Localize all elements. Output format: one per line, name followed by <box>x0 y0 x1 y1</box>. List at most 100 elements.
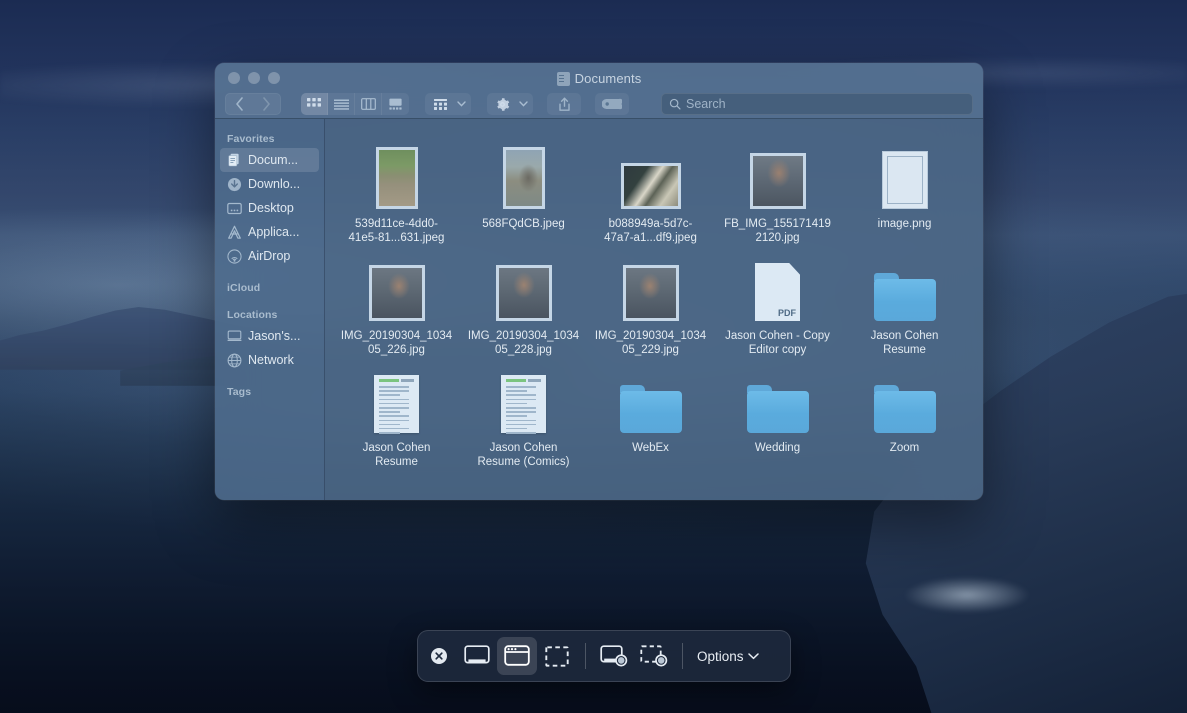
photo-thumbnail <box>376 147 418 209</box>
forward-button[interactable] <box>253 93 280 115</box>
file-item[interactable]: WebEx <box>587 357 714 469</box>
file-item[interactable]: b088949a-5d7c-47a7-a1...df9.jpeg <box>587 133 714 245</box>
view-mode-group[interactable] <box>301 93 409 115</box>
sidebar-item-desktop[interactable]: Desktop <box>220 196 319 220</box>
file-label: FB_IMG_1551714192120.jpg <box>722 217 834 245</box>
file-item[interactable]: IMG_20190304_103405_228.jpg <box>460 245 587 357</box>
x-circle-icon <box>430 647 448 665</box>
documents-icon <box>227 153 242 168</box>
share-icon <box>558 97 571 112</box>
file-label: Jason Cohen Resume (Comics) <box>468 441 580 469</box>
file-label: WebEx <box>595 441 707 455</box>
sidebar-item-airdrop[interactable]: AirDrop <box>220 244 319 268</box>
thumbnail <box>496 249 552 321</box>
thumbnail <box>501 361 546 433</box>
sidebar-item-jasons-computer[interactable]: Jason's... <box>220 324 319 348</box>
grid-icon <box>307 98 321 110</box>
selection-record-icon <box>640 645 668 667</box>
capture-selected-window-button[interactable] <box>497 637 537 675</box>
action-button[interactable] <box>487 93 533 115</box>
file-item[interactable]: image.png <box>841 133 968 245</box>
file-item[interactable]: Zoom <box>841 357 968 469</box>
group-by-button[interactable] <box>425 93 471 115</box>
file-item[interactable]: PDF Jason Cohen - Copy Editor copy <box>714 245 841 357</box>
thumbnail <box>747 361 809 433</box>
finder-titlebar[interactable]: Documents <box>215 63 983 119</box>
chevron-left-icon <box>235 97 244 111</box>
sea-foam <box>877 560 1057 630</box>
pdf-badge: PDF <box>778 308 796 318</box>
share-button[interactable] <box>547 93 581 115</box>
file-grid-row: 539d11ce-4dd0-41e5-81...631.jpeg 568FQdC… <box>333 133 975 245</box>
file-grid[interactable]: 539d11ce-4dd0-41e5-81...631.jpeg 568FQdC… <box>325 119 983 500</box>
list-view-button[interactable] <box>328 93 355 115</box>
image-thumbnail <box>882 151 928 209</box>
computer-icon <box>227 329 242 344</box>
file-item[interactable]: Wedding <box>714 357 841 469</box>
sidebar-item-applications[interactable]: Applica... <box>220 220 319 244</box>
toolbar-divider <box>682 643 683 669</box>
search-placeholder-text: Search <box>686 97 726 111</box>
chevron-down-icon <box>453 93 469 115</box>
sidebar-item-label: Jason's... <box>248 329 300 343</box>
downloads-icon <box>227 177 242 192</box>
thumbnail: PDF <box>755 249 800 321</box>
sidebar-item-downloads[interactable]: Downlo... <box>220 172 319 196</box>
thumbnail <box>621 137 681 209</box>
back-button[interactable] <box>226 93 253 115</box>
selection-icon <box>545 646 569 667</box>
photo-thumbnail <box>623 265 679 321</box>
photo-thumbnail <box>750 153 806 209</box>
sidebar-section-header-locations: Locations <box>215 297 324 324</box>
folder-icon <box>874 385 936 433</box>
finder-toolbar[interactable]: Search <box>215 89 983 119</box>
capture-entire-screen-button[interactable] <box>457 637 497 675</box>
sidebar-item-documents[interactable]: Docum... <box>220 148 319 172</box>
options-label: Options <box>697 649 744 664</box>
file-grid-row: IMG_20190304_103405_226.jpg IMG_20190304… <box>333 245 975 357</box>
sidebar-section-header-tags: Tags <box>215 372 324 401</box>
file-label: 539d11ce-4dd0-41e5-81...631.jpeg <box>341 217 453 245</box>
thumbnail <box>750 137 806 209</box>
file-item[interactable]: IMG_20190304_103405_226.jpg <box>333 245 460 357</box>
search-input[interactable]: Search <box>661 93 973 115</box>
file-item[interactable]: IMG_20190304_103405_229.jpg <box>587 245 714 357</box>
screen-record-icon <box>600 645 628 667</box>
file-label: Zoom <box>849 441 961 455</box>
sidebar-item-label: Applica... <box>248 225 299 239</box>
thumbnail <box>503 137 545 209</box>
file-item[interactable]: 539d11ce-4dd0-41e5-81...631.jpeg <box>333 133 460 245</box>
sidebar-item-network[interactable]: Network <box>220 348 319 372</box>
chevron-right-icon <box>262 97 271 111</box>
window-title-text: Documents <box>575 71 642 86</box>
record-entire-screen-button[interactable] <box>594 637 634 675</box>
file-item[interactable]: 568FQdCB.jpeg <box>460 133 587 245</box>
record-selected-portion-button[interactable] <box>634 637 674 675</box>
column-view-button[interactable] <box>355 93 382 115</box>
columns-icon <box>361 98 376 110</box>
tags-button[interactable] <box>595 93 629 115</box>
sidebar-item-label: AirDrop <box>248 249 290 263</box>
options-button[interactable]: Options <box>697 649 759 664</box>
sidebar[interactable]: Favorites Docum... <box>215 119 325 500</box>
file-item[interactable]: Jason Cohen Resume <box>333 357 460 469</box>
file-item[interactable]: Jason Cohen Resume <box>841 245 968 357</box>
screenshot-toolbar[interactable]: Options <box>417 630 791 682</box>
gallery-view-button[interactable] <box>382 93 409 115</box>
desktop-icon <box>227 201 242 216</box>
close-screenshot-button[interactable] <box>430 647 448 665</box>
capture-selected-portion-button[interactable] <box>537 637 577 675</box>
photo-thumbnail <box>621 163 681 209</box>
file-item[interactable]: FB_IMG_1551714192120.jpg <box>714 133 841 245</box>
applications-icon <box>227 225 242 240</box>
file-label: IMG_20190304_103405_226.jpg <box>341 329 453 357</box>
navigation-buttons[interactable] <box>225 93 281 115</box>
file-item[interactable]: Jason Cohen Resume (Comics) <box>460 357 587 469</box>
file-label: Jason Cohen Resume <box>849 329 961 357</box>
icon-view-button[interactable] <box>301 93 328 115</box>
folder-icon <box>557 72 570 86</box>
file-grid-row: Jason Cohen Resume <box>333 357 975 469</box>
airdrop-icon <box>227 249 242 264</box>
thumbnail <box>374 361 419 433</box>
finder-window[interactable]: Documents <box>215 63 983 500</box>
